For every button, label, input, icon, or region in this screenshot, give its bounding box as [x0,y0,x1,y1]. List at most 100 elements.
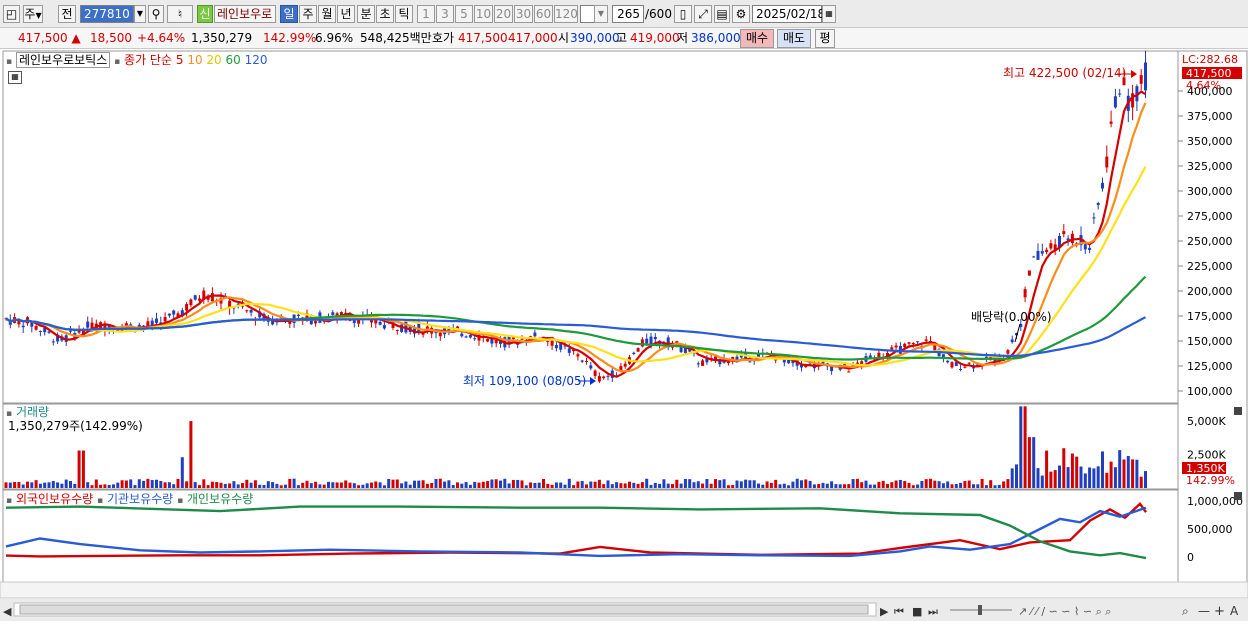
volume-bar [606,480,610,488]
low-price: 386,000 [691,31,741,45]
last-page-icon[interactable]: ⏭ [928,605,938,618]
candle-body [185,304,189,311]
volume-bar [249,482,253,488]
volume-bar [714,479,717,488]
period-tab-tick[interactable]: 틱 [395,5,413,23]
volume-bar [417,480,421,488]
zoom-slider-thumb[interactable] [978,605,982,615]
interval-20[interactable]: 20 [494,5,513,23]
candle-body [193,295,197,300]
period-tab-second[interactable]: 초 [376,5,394,23]
quote-bar: 417,500 ▲ 18,500 +4.64% 1,350,279 142.99… [0,28,1248,49]
volume-axis-label: 5,000K [1187,415,1226,428]
date-picker-icon[interactable]: ▦ [822,5,836,23]
candle-body [378,321,382,325]
scroll-right-icon[interactable]: ▶ [880,605,889,618]
window-menu-icon[interactable]: ◰ [3,5,20,23]
zoom-in-icon[interactable]: + [1214,604,1225,619]
market-select[interactable]: 주▼ [23,5,43,23]
volume-bar [929,478,932,488]
volume-bar [129,479,133,488]
candle-body [580,360,584,362]
period-tab-year[interactable]: 년 [337,5,355,23]
volume-bar [1101,451,1104,488]
volume-bar [1144,471,1147,488]
period-tab-day[interactable]: 일 [280,5,298,23]
volume-bar [855,478,859,488]
scrollbar-thumb[interactable] [19,604,869,615]
speaker-icon[interactable]: ♮ [167,5,193,23]
crosshair-icon[interactable]: ⤢ [694,5,712,23]
volume-bar [193,482,197,488]
volume-bar [920,480,924,488]
volume-bar [615,482,619,488]
stock-code-input[interactable]: 277810 [80,5,134,23]
code-dropdown-chevron-icon[interactable]: ▼ [134,5,146,23]
scroll-left-icon[interactable]: ◀ [3,605,12,618]
candle-body [830,366,834,372]
mode-button[interactable]: 전 [58,5,76,23]
volume-bar [378,482,382,488]
text-tool-icon[interactable]: A [1230,604,1239,618]
volume-panel-close-icon[interactable] [1234,407,1242,415]
price-axis-label: 175,000 [1187,310,1233,323]
interval-chevron-down-icon[interactable]: ▼ [594,5,608,23]
ma-10: 10 [187,53,203,67]
candle-body [546,340,550,342]
buy-button[interactable]: 매수 [740,29,774,48]
volume-bar [438,478,442,488]
stock-chart[interactable]: 400,000375,000350,000325,000300,000275,0… [0,50,1248,621]
gear-icon[interactable]: ⚙ [732,5,750,23]
calculator-icon[interactable]: ▦ [8,71,22,84]
candle-body [86,321,90,328]
volume-bar [739,481,743,488]
search-icon[interactable]: ⚲ [148,5,164,23]
candle-body [172,310,176,315]
candle-body [1040,251,1044,254]
interval-60[interactable]: 60 [534,5,553,23]
volume-bar [834,484,838,488]
volume-bar [778,484,782,488]
period-tab-minute[interactable]: 분 [357,5,375,23]
candle-body [51,341,55,343]
holding-panel-close-icon[interactable] [1234,492,1242,500]
sell-button[interactable]: 매도 [777,29,811,48]
interval-120[interactable]: 120 [554,5,578,23]
zoom-out-icon[interactable]: — [1198,604,1210,618]
interval-5[interactable]: 5 [455,5,473,23]
date-input[interactable]: 2025/02/18 [752,5,825,23]
volume-bar [886,484,889,488]
interval-3[interactable]: 3 [436,5,454,23]
drawing-tools-icon[interactable]: ↗ ⁄ ⁄ ∕ ∽ ∽ ⌇ ∽ ⌕ ⌕ [1018,605,1111,618]
volume-bar [894,480,898,488]
save-icon[interactable]: ▤ [714,5,730,23]
volume-bar [112,484,115,488]
volume-bar [1139,476,1143,488]
candle-body [959,369,963,371]
period-tab-week[interactable]: 주 [299,5,317,23]
volume-bar [795,478,799,488]
volume-bar [94,479,98,488]
bar-count-input[interactable]: 265 [612,5,644,23]
interval-10[interactable]: 10 [474,5,493,23]
volume-bar [1027,437,1031,488]
volume-bar [413,480,416,488]
candle-icon[interactable]: ▯ [674,5,692,23]
volume-bar [542,478,545,488]
volume-bar [559,482,563,488]
first-page-icon[interactable]: ⏮ [894,605,904,618]
price-legend: ▪ 레인보우로보틱스 ▪ 종가 단순 5 10 20 60 120 [6,52,268,69]
volume-bar [585,484,588,488]
high-label: 고 [616,31,628,45]
candle-body [1032,256,1036,258]
interval-1[interactable]: 1 [417,5,435,23]
zoom-search-icon[interactable]: ⌕ [1182,604,1189,618]
interval-30[interactable]: 30 [514,5,533,23]
turnover-rate: 6.96% [315,31,354,45]
evaluation-button[interactable]: 평 [815,29,835,48]
volume-bar [1066,467,1070,488]
period-tab-month[interactable]: 월 [318,5,336,23]
candle-body [1083,244,1087,250]
stop-icon[interactable]: ■ [912,605,922,618]
volume-bar [511,479,515,488]
